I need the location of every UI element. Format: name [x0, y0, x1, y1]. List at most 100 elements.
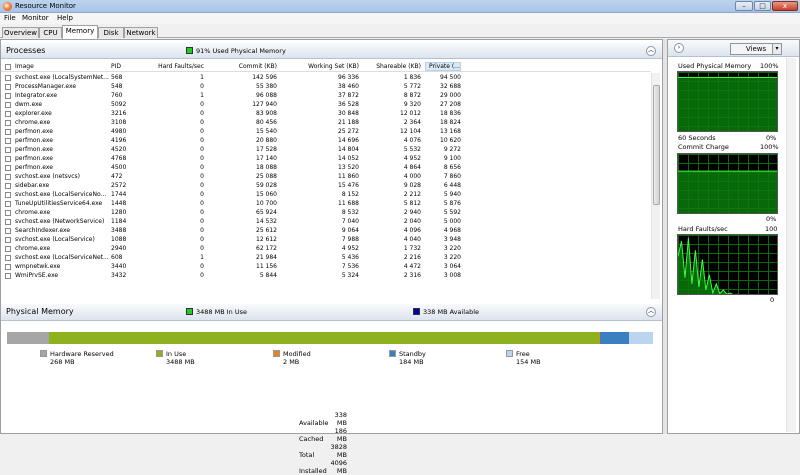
table-row[interactable]: svchost.exe (netsvcs) 472 0 25 088 11 860 4 0…	[1, 173, 651, 182]
image-cell: SearchIndexer.exe	[15, 227, 71, 234]
total-value: 3828 MB	[330, 443, 347, 459]
row-checkbox[interactable]	[5, 84, 11, 90]
row-checkbox[interactable]	[5, 165, 11, 171]
table-row[interactable]: chrome.exe 3108 0 80 456 21 188 2 364 18 824	[1, 119, 651, 128]
menu-file[interactable]: File	[4, 14, 16, 22]
table-row[interactable]: perfmon.exe 4768 0 17 140 14 052 4 952 9 100	[1, 155, 651, 164]
col-hard-faults[interactable]: Hard Faults/sec	[151, 63, 204, 70]
table-row[interactable]: svchost.exe (LocalServiceNo... 1744 0 15 06…	[1, 191, 651, 200]
row-checkbox[interactable]	[5, 75, 11, 81]
col-working-set[interactable]: Working Set (KB)	[301, 63, 359, 70]
row-checkbox[interactable]	[5, 255, 11, 261]
image-cell: svchost.exe (LocalServiceNet...	[15, 254, 109, 261]
table-row[interactable]: svchost.exe (LocalServiceNet... 608 1 21 98…	[1, 254, 651, 263]
col-private[interactable]: Private (...	[425, 62, 461, 71]
table-row[interactable]: wmpnetwk.exe 3440 0 11 156 7 536 4 472 3 064	[1, 263, 651, 272]
table-row[interactable]: svchost.exe (NetworkService) 1184 0 14 532 7…	[1, 218, 651, 227]
table-row[interactable]: perfmon.exe 4980 0 15 540 25 272 12 104 13 168	[1, 128, 651, 137]
pid-cell: 1088	[111, 236, 127, 243]
table-row[interactable]: ProcessManager.exe 548 0 55 380 38 460 5 772 3…	[1, 83, 651, 92]
col-image[interactable]: Image	[15, 63, 34, 70]
row-checkbox[interactable]	[5, 174, 11, 180]
row-checkbox[interactable]	[5, 102, 11, 108]
hard-faults-cell: 0	[200, 164, 204, 171]
table-row[interactable]: sidebar.exe 2572 0 59 028 15 476 9 028 6 448	[1, 182, 651, 191]
table-row[interactable]: TuneUpUtilitiesService64.exe 1448 0 10 700 1…	[1, 200, 651, 209]
hard-faults-cell: 0	[200, 245, 204, 252]
table-row[interactable]: WmiPrvSE.exe 3432 0 5 844 5 324 2 316 3 008	[1, 272, 651, 281]
table-row[interactable]: perfmon.exe 4500 0 18 088 13 520 4 864 8 656	[1, 164, 651, 173]
tab-cpu[interactable]: CPU	[39, 27, 62, 38]
row-checkbox[interactable]	[5, 138, 11, 144]
legend-hardware-reserved: Hardware Reserved 268 MB	[40, 350, 114, 366]
row-checkbox[interactable]	[5, 93, 11, 99]
views-dropdown-icon[interactable]: ▾	[772, 43, 782, 55]
row-checkbox[interactable]	[5, 237, 11, 243]
row-checkbox[interactable]	[5, 210, 11, 216]
title-bar: Resource Monitor – □ x	[0, 0, 800, 13]
col-shareable[interactable]: Shareable (KB)	[371, 63, 421, 70]
shareable-cell: 12 104	[400, 128, 421, 135]
table-row[interactable]: chrome.exe 2940 0 62 172 4 952 1 732 3 220	[1, 245, 651, 254]
row-checkbox[interactable]	[5, 120, 11, 126]
image-cell: perfmon.exe	[15, 128, 53, 135]
col-commit[interactable]: Commit (KB)	[221, 63, 277, 70]
table-row[interactable]: svchost.exe (LocalSystemNet... 568 1 142 59…	[1, 74, 651, 83]
hard-faults-cell: 0	[200, 263, 204, 270]
commit-cell: 14 532	[256, 218, 277, 225]
table-row[interactable]: Integrator.exe 760 1 96 088 37 872 8 872 29 00…	[1, 92, 651, 101]
shareable-cell: 2 040	[403, 218, 421, 225]
col-pid[interactable]: PID	[111, 63, 121, 70]
shareable-cell: 8 872	[403, 92, 421, 99]
row-checkbox[interactable]	[5, 273, 11, 279]
row-checkbox[interactable]	[5, 111, 11, 117]
table-row[interactable]: chrome.exe 1280 0 65 924 8 532 2 940 5 592	[1, 209, 651, 218]
table-row[interactable]: dwm.exe 5092 0 127 940 36 528 9 320 27 208	[1, 101, 651, 110]
tab-memory[interactable]: Memory	[62, 25, 98, 39]
pid-cell: 2940	[111, 245, 127, 252]
row-checkbox[interactable]	[5, 156, 11, 162]
menu-help[interactable]: Help	[57, 14, 73, 22]
row-checkbox[interactable]	[5, 201, 11, 207]
minimize-button[interactable]: –	[735, 1, 753, 11]
hard-faults-cell: 1	[200, 92, 204, 99]
used-memory-legend: 91% Used Physical Memory	[196, 47, 286, 55]
table-row[interactable]: svchost.exe (LocalService) 1088 0 12 612 7 9…	[1, 236, 651, 245]
physical-memory-header[interactable]: Physical Memory 3488 MB In Use 338 MB Av…	[1, 304, 662, 321]
tab-overview[interactable]: Overview	[2, 27, 39, 38]
row-checkbox[interactable]	[5, 219, 11, 225]
tab-disk[interactable]: Disk	[98, 27, 124, 38]
private-cell: 94 500	[440, 74, 461, 81]
row-checkbox[interactable]	[5, 228, 11, 234]
table-row[interactable]: SearchIndexer.exe 3488 0 25 612 9 064 4 096 4 …	[1, 227, 651, 236]
menu-monitor[interactable]: Monitor	[22, 14, 49, 22]
expand-panel-icon[interactable]: ›	[674, 43, 684, 53]
graph-panel-scrollbar[interactable]	[786, 58, 796, 432]
table-row[interactable]: explorer.exe 3216 0 83 908 30 848 12 012 18 83…	[1, 110, 651, 119]
table-row[interactable]: perfmon.exe 4196 0 20 880 14 696 4 076 10 620	[1, 137, 651, 146]
pid-cell: 2572	[111, 182, 127, 189]
table-row[interactable]: perfmon.exe 4520 0 17 528 14 804 5 532 9 272	[1, 146, 651, 155]
row-checkbox[interactable]	[5, 246, 11, 252]
select-all-checkbox[interactable]	[5, 64, 11, 70]
row-checkbox[interactable]	[5, 183, 11, 189]
row-checkbox[interactable]	[5, 129, 11, 135]
pid-cell: 568	[111, 74, 123, 81]
hard-faults-graph	[677, 234, 778, 295]
commit-cell: 96 088	[256, 92, 277, 99]
private-cell: 9 100	[443, 155, 461, 162]
process-scrollbar[interactable]	[651, 73, 660, 299]
collapse-physical-memory-icon[interactable]: ︿	[646, 307, 656, 317]
scrollbar-thumb[interactable]	[653, 85, 660, 205]
row-checkbox[interactable]	[5, 192, 11, 198]
processes-header[interactable]: Processes 91% Used Physical Memory ︿	[1, 43, 662, 59]
close-button[interactable]: x	[772, 1, 798, 11]
row-checkbox[interactable]	[5, 147, 11, 153]
image-cell: perfmon.exe	[15, 155, 53, 162]
tab-network[interactable]: Network	[124, 27, 158, 38]
collapse-processes-icon[interactable]: ︿	[646, 46, 656, 56]
row-checkbox[interactable]	[5, 264, 11, 270]
used-memory-legend-swatch	[186, 47, 193, 54]
working-set-cell: 13 520	[338, 164, 359, 171]
maximize-button[interactable]: □	[754, 1, 771, 11]
